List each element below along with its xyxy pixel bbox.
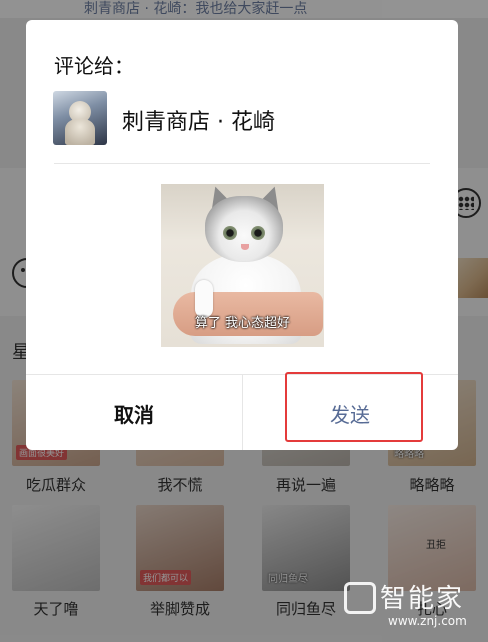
comment-dialog: 评论给： 刺青商店 · 花崎 算了 我心态超好 取消 发送	[26, 20, 458, 450]
dialog-divider	[54, 163, 430, 164]
cat-head-shape	[205, 196, 283, 262]
sticker-preview-image: 算了 我心态超好	[161, 184, 324, 347]
recipient-avatar	[53, 91, 107, 145]
cancel-button[interactable]: 取消	[26, 375, 242, 450]
dialog-footer: 取消 发送	[26, 374, 458, 450]
cat-eye-shape	[251, 226, 265, 240]
preview-caption: 算了 我心态超好	[194, 316, 291, 331]
cat-eye-shape	[223, 226, 237, 240]
cat-nose-shape	[241, 244, 249, 250]
recipient-name: 刺青商店 · 花崎	[122, 110, 275, 135]
send-button[interactable]: 发送	[242, 375, 458, 450]
dialog-title: 评论给：	[54, 54, 134, 78]
